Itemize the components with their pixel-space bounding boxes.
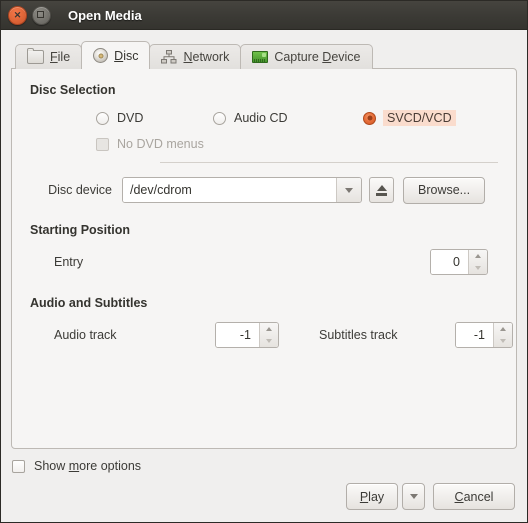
show-more-options-label: Show more options [34,459,142,473]
disc-icon [93,48,109,63]
radio-svcd-vcd-label: SVCD/VCD [383,110,456,126]
radio-svcd-vcd-indicator [363,111,376,125]
audio-track-spinner-down[interactable] [260,335,278,347]
action-buttons: Play Cancel [346,483,515,510]
chevron-down-icon [409,494,418,499]
entry-spinner-up[interactable] [469,250,487,262]
cancel-button[interactable]: Cancel [433,483,515,510]
open-media-dialog: ✕ Open Media File Disc Network Capture D… [0,0,528,523]
tab-network-label: Network [183,50,230,64]
radio-audio-cd[interactable]: Audio CD [213,108,363,128]
tab-file-label: File [50,50,71,64]
starting-position-title: Starting Position [30,223,130,237]
tab-disc[interactable]: Disc [81,41,151,69]
dialog-body: File Disc Network Capture Device Disc Se… [1,30,527,450]
show-more-options-checkbox[interactable] [12,459,25,473]
subtitles-track-spinner-buttons[interactable] [493,323,512,347]
no-dvd-menus-checkbox [96,137,109,151]
radio-audio-cd-indicator [213,111,226,125]
tab-file[interactable]: File [15,44,83,69]
maximize-icon[interactable] [32,5,51,25]
play-button[interactable]: Play [346,483,398,510]
radio-dvd[interactable]: DVD [96,108,213,128]
title-bar: ✕ Open Media [1,1,527,30]
section-divider [160,162,498,163]
audio-subtitles-title: Audio and Subtitles [30,296,148,310]
tab-strip: File Disc Network Capture Device [15,41,517,69]
subtitles-track-spinner-down[interactable] [494,335,512,347]
disc-selection-title: Disc Selection [30,83,116,97]
capture-card-icon [252,51,269,63]
no-dvd-menus-label: No DVD menus [117,137,204,151]
audio-track-spinner[interactable]: -1 [215,322,279,348]
radio-dvd-indicator [96,111,109,125]
disc-device-combobox[interactable]: /dev/cdrom [122,177,362,203]
disc-device-value: /dev/cdrom [123,178,336,202]
disc-type-radio-group: DVD Audio CD SVCD/VCD [30,107,498,129]
entry-value: 0 [431,250,468,274]
audio-track-label: Audio track [54,328,117,342]
disc-device-label: Disc device [48,183,112,197]
disc-device-dropdown-button[interactable] [336,178,361,202]
subtitles-track-spinner[interactable]: -1 [455,322,513,348]
eject-icon [376,184,387,191]
show-more-options-row[interactable]: Show more options [12,459,141,473]
subtitles-track-value: -1 [456,323,493,347]
subtitles-track-label: Subtitles track [319,328,398,342]
audio-track-value: -1 [216,323,259,347]
play-dropdown-button[interactable] [402,483,425,510]
radio-svcd-vcd[interactable]: SVCD/VCD [363,108,456,128]
radio-audio-cd-label: Audio CD [234,111,288,125]
chevron-down-icon [345,187,353,193]
audio-track-spinner-up[interactable] [260,323,278,335]
audio-track-spinner-buttons[interactable] [259,323,278,347]
dialog-footer: Show more options Play Cancel [1,450,527,522]
entry-spinner-down[interactable] [469,262,487,274]
disc-device-row: Disc device /dev/cdrom Browse... [30,176,498,204]
tab-disc-label: Disc [114,48,139,63]
disc-tab-panel: Disc Selection DVD Audio CD SVCD/VCD No … [11,68,517,449]
audio-subtitles-row: Audio track -1 Subtitles track -1 [30,320,513,350]
radio-dvd-label: DVD [117,111,144,125]
no-dvd-menus-checkbox-row: No DVD menus [30,132,498,156]
close-icon[interactable]: ✕ [8,5,27,25]
folder-icon [27,48,44,64]
tab-network[interactable]: Network [149,44,242,69]
entry-label: Entry [54,255,84,269]
network-icon [161,50,177,64]
tab-capture-device-label: Capture Device [274,50,361,64]
entry-row: Entry 0 [30,247,498,277]
browse-button[interactable]: Browse... [403,176,486,204]
tab-capture-device[interactable]: Capture Device [240,44,373,69]
window-title: Open Media [68,7,142,23]
eject-button[interactable] [369,177,394,203]
entry-spinner-buttons[interactable] [468,250,487,274]
subtitles-track-spinner-up[interactable] [494,323,512,335]
entry-spinner[interactable]: 0 [430,249,488,275]
